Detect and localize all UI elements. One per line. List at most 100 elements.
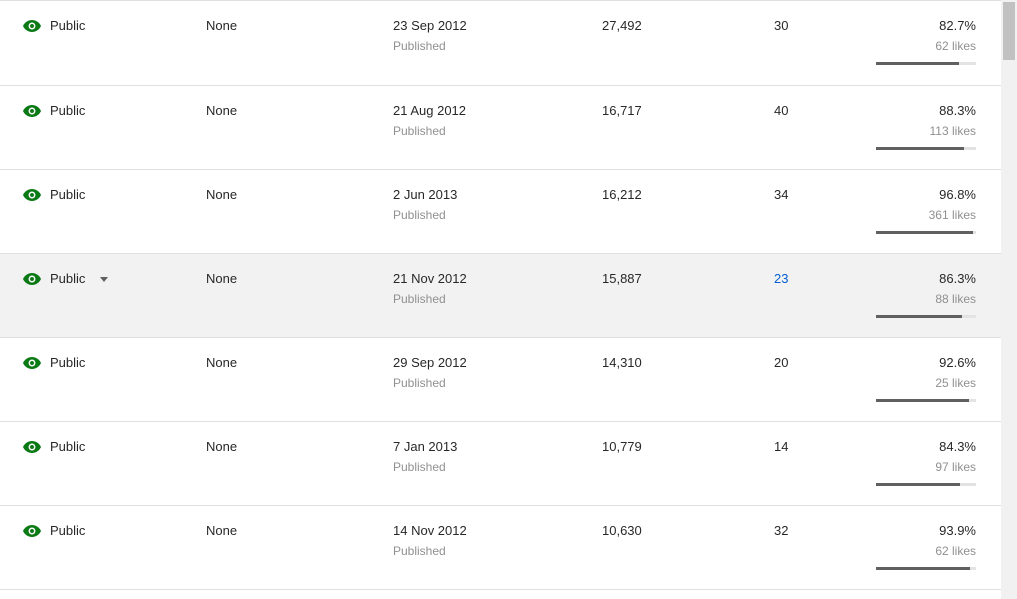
visibility-cell[interactable]: Public — [23, 17, 85, 35]
likes-ratio-fill — [876, 567, 970, 570]
visibility-label: Public — [50, 523, 86, 538]
restrictions-cell: None — [206, 439, 238, 454]
likes-cell: 84.3% 97 likes — [935, 438, 976, 476]
restrictions-cell: None — [206, 187, 238, 202]
likes-count: 25 likes — [935, 376, 976, 390]
date-cell: 2 Jun 2013 Published — [393, 186, 457, 224]
eye-icon — [23, 20, 41, 32]
likes-ratio-fill — [876, 483, 961, 486]
publish-status: Published — [393, 208, 446, 222]
visibility-cell[interactable]: Public — [23, 438, 85, 456]
table-row[interactable]: Public None 14 Nov 2012 Published 10,630… — [0, 506, 1001, 590]
chevron-down-icon[interactable] — [100, 276, 109, 282]
likes-count: 88 likes — [935, 292, 976, 306]
date-value: 7 Jan 2013 — [393, 439, 458, 454]
visibility-label: Public — [50, 271, 86, 286]
publish-status: Published — [393, 292, 446, 306]
visibility-label: Public — [50, 439, 86, 454]
date-cell: 7 Jan 2013 Published — [393, 438, 457, 476]
date-value: 23 Sep 2012 — [393, 18, 467, 33]
comments-cell: 20 — [774, 355, 789, 370]
comments-cell: 14 — [774, 439, 789, 454]
eye-icon — [23, 105, 41, 117]
restrictions-cell: None — [206, 103, 238, 118]
publish-status: Published — [393, 39, 446, 53]
likes-ratio-fill — [876, 231, 973, 234]
views-cell: 27,492 — [602, 18, 642, 33]
likes-cell: 88.3% 113 likes — [930, 102, 976, 140]
views-cell: 16,717 — [602, 103, 642, 118]
visibility-label: Public — [50, 187, 86, 202]
comments-cell[interactable]: 23 — [774, 270, 788, 288]
likes-percentage: 92.6% — [939, 355, 976, 370]
video-table: Public None 23 Sep 2012 Published 27,492… — [0, 0, 1001, 590]
restrictions-cell: None — [206, 355, 238, 370]
publish-status: Published — [393, 460, 446, 474]
likes-ratio-bar — [876, 315, 976, 318]
likes-ratio-fill — [876, 399, 969, 402]
likes-count: 361 likes — [928, 208, 976, 222]
scrollbar-thumb[interactable] — [1003, 2, 1015, 60]
likes-ratio-bar — [876, 231, 976, 234]
views-cell: 10,630 — [602, 523, 642, 538]
date-cell: 23 Sep 2012 Published — [393, 17, 467, 55]
likes-percentage: 82.7% — [939, 18, 976, 33]
likes-ratio-bar — [876, 399, 976, 402]
eye-icon — [23, 273, 41, 285]
visibility-label: Public — [50, 103, 86, 118]
likes-ratio-bar — [876, 567, 976, 570]
publish-status: Published — [393, 124, 446, 138]
comments-cell: 34 — [774, 187, 789, 202]
restrictions-cell: None — [206, 271, 238, 286]
likes-percentage: 84.3% — [939, 439, 976, 454]
likes-count: 97 likes — [935, 460, 976, 474]
comments-cell: 32 — [774, 523, 789, 538]
likes-ratio-bar — [876, 62, 976, 65]
publish-status: Published — [393, 376, 446, 390]
likes-ratio-fill — [876, 62, 959, 65]
restrictions-cell: None — [206, 18, 238, 33]
visibility-cell[interactable]: Public — [23, 102, 85, 120]
visibility-label: Public — [50, 355, 86, 370]
likes-count: 113 likes — [929, 124, 976, 138]
likes-cell: 92.6% 25 likes — [935, 354, 976, 392]
likes-percentage: 93.9% — [939, 523, 976, 538]
likes-count: 62 likes — [935, 39, 976, 53]
likes-ratio-fill — [876, 147, 965, 150]
comments-cell: 40 — [774, 103, 789, 118]
publish-status: Published — [393, 544, 446, 558]
likes-ratio-bar — [876, 147, 976, 150]
likes-percentage: 96.8% — [939, 187, 976, 202]
likes-count: 62 likes — [935, 544, 976, 558]
date-cell: 14 Nov 2012 Published — [393, 522, 467, 560]
date-value: 14 Nov 2012 — [393, 523, 467, 538]
likes-cell: 82.7% 62 likes — [935, 17, 976, 55]
views-cell: 14,310 — [602, 355, 642, 370]
date-cell: 21 Aug 2012 Published — [393, 102, 466, 140]
date-value: 21 Aug 2012 — [393, 103, 467, 118]
restrictions-cell: None — [206, 523, 238, 538]
views-cell: 15,887 — [602, 271, 642, 286]
visibility-cell[interactable]: Public — [23, 186, 85, 204]
visibility-cell[interactable]: Public — [23, 522, 85, 540]
eye-icon — [23, 189, 41, 201]
table-row[interactable]: Public None 7 Jan 2013 Published 10,779 … — [0, 422, 1001, 506]
likes-percentage: 86.3% — [939, 271, 976, 286]
views-cell: 10,779 — [602, 439, 642, 454]
date-cell: 21 Nov 2012 Published — [393, 270, 467, 308]
date-cell: 29 Sep 2012 Published — [393, 354, 467, 392]
date-value: 21 Nov 2012 — [393, 271, 467, 286]
table-row[interactable]: Public None 21 Nov 2012 Published 15,887… — [0, 254, 1001, 338]
table-row[interactable]: Public None 21 Aug 2012 Published 16,717… — [0, 86, 1001, 170]
visibility-cell[interactable]: Public — [23, 354, 85, 372]
table-row[interactable]: Public None 2 Jun 2013 Published 16,212 … — [0, 170, 1001, 254]
likes-ratio-bar — [876, 483, 976, 486]
visibility-cell[interactable]: Public — [23, 270, 109, 288]
table-row[interactable]: Public None 29 Sep 2012 Published 14,310… — [0, 338, 1001, 422]
eye-icon — [23, 441, 41, 453]
likes-percentage: 88.3% — [939, 103, 976, 118]
date-value: 29 Sep 2012 — [393, 355, 467, 370]
vertical-scrollbar[interactable] — [1001, 0, 1017, 599]
table-row[interactable]: Public None 23 Sep 2012 Published 27,492… — [0, 0, 1001, 86]
likes-cell: 93.9% 62 likes — [935, 522, 976, 560]
